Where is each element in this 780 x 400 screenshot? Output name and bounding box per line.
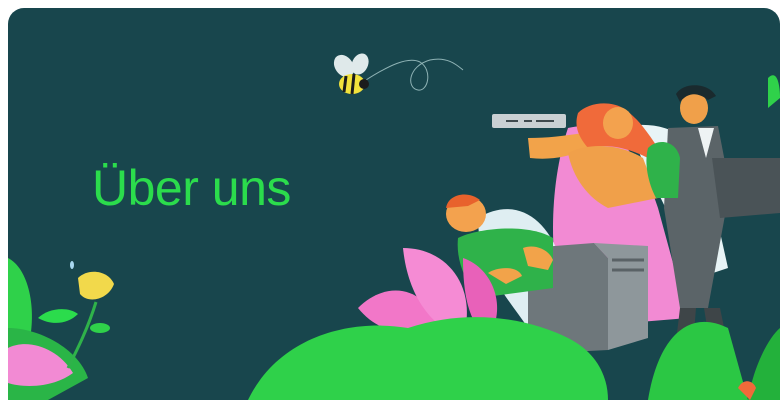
about-us-banner: Über uns (8, 8, 780, 400)
bee-icon (333, 53, 464, 95)
team-illustration (8, 53, 780, 400)
green-leaves (248, 317, 780, 400)
left-plants (8, 258, 114, 400)
